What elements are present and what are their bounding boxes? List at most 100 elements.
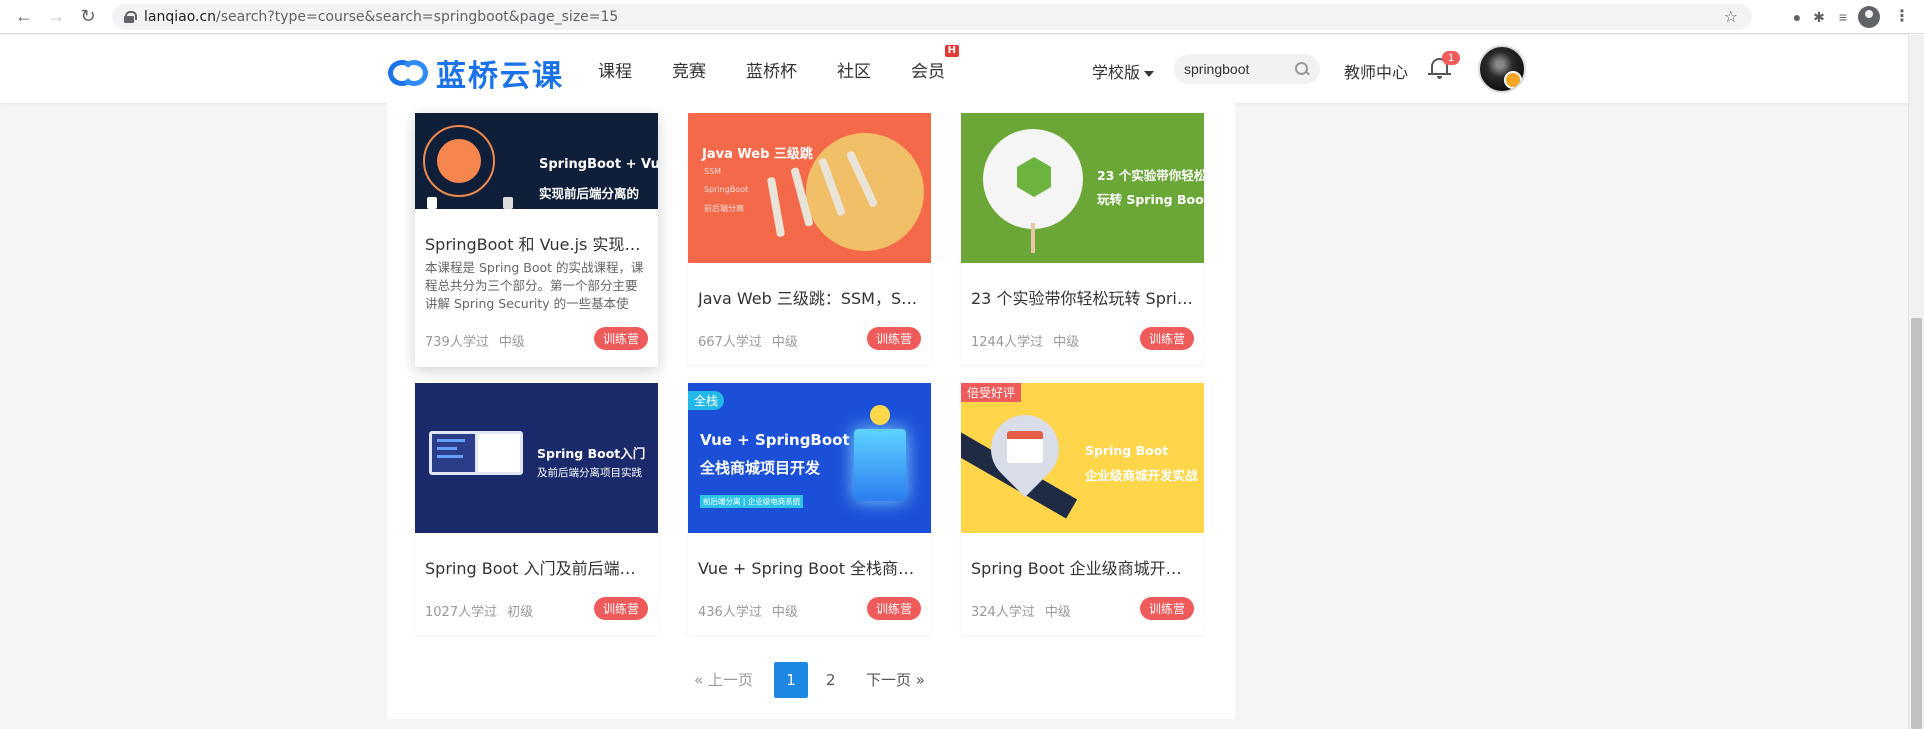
course-thumbnail: 全栈 Vue + SpringBoot 全栈商城项目开发 前后端分离 | 企业级… [688, 383, 931, 533]
course-meta: 667人学过 中级 [698, 331, 798, 350]
thumb-title: 23 个实验带你轻松 [1097, 168, 1204, 183]
lock-icon [124, 11, 137, 23]
course-level: 中级 [771, 335, 798, 350]
search-box [1174, 54, 1320, 84]
training-camp-badge: 训练营 [593, 597, 648, 620]
learner-count: 667人学过 [698, 335, 762, 350]
teacher-center-link[interactable]: 教师中心 [1344, 59, 1408, 83]
address-bar[interactable]: lanqiao.cn/search?type=course&search=spr… [112, 4, 1752, 30]
reading-list-icon[interactable]: ≡ [1834, 8, 1852, 26]
course-card[interactable]: Spring Boot入门 及前后端分离项目实践 Spring Boot 入门及… [415, 383, 658, 635]
search-icon[interactable] [1295, 62, 1308, 75]
course-level: 中级 [1053, 335, 1080, 350]
nav-membership-label: 会员 [911, 62, 945, 82]
thumb-title: Spring Boot [1085, 443, 1169, 458]
url-path: /search?type=course&search=springboot&pa… [216, 9, 619, 25]
course-card[interactable]: SpringBoot + Vue 实现前后端分离的 SpringBoot 和 V… [415, 113, 658, 367]
reload-icon[interactable]: ↻ [74, 3, 102, 31]
learner-count: 324人学过 [971, 605, 1035, 620]
extensions-puzzle-icon[interactable]: ✱ [1810, 8, 1828, 26]
thumb-subtitle: SpringBoot [704, 185, 749, 194]
training-camp-badge: 训练营 [1139, 597, 1194, 620]
user-avatar[interactable] [1478, 45, 1526, 93]
prev-page-link[interactable]: « 上一页 [694, 662, 753, 698]
notification-count-badge: 1 [1442, 51, 1461, 65]
course-title[interactable]: 23 个实验带你轻松玩转 Sprin... [971, 285, 1193, 309]
scrollbar-thumb[interactable] [1911, 318, 1922, 729]
course-title[interactable]: Java Web 三级跳：SSM，Spr... [698, 285, 920, 309]
nav-membership[interactable]: 会员 H [911, 45, 959, 82]
page-link-1[interactable]: 1 [774, 662, 808, 698]
learner-count: 1027人学过 [425, 605, 498, 620]
training-camp-badge: 训练营 [593, 327, 648, 350]
thumb-subtitle: SSM [704, 167, 722, 176]
url-host: lanqiao.cn [144, 9, 217, 25]
thumb-title: SpringBoot + Vue [539, 157, 658, 172]
thumb-subtitle: 及前后端分离项目实践 [537, 467, 642, 479]
browser-toolbar: ← → ↻ lanqiao.cn/search?type=course&sear… [0, 0, 1924, 34]
training-camp-badge: 训练营 [1139, 327, 1194, 350]
nav-competitions[interactable]: 竞赛 [672, 57, 706, 82]
caret-down-icon [1144, 70, 1155, 77]
course-meta: 739人学过 中级 [425, 331, 525, 350]
course-card[interactable]: 倍受好评 Spring Boot 企业级商城开发实战 Spring Boot 企… [961, 383, 1204, 635]
course-thumb-decoration [427, 197, 437, 209]
course-thumb-decoration [437, 455, 463, 458]
course-thumb-decoration [437, 439, 465, 442]
main-nav: 课程 竞赛 蓝桥杯 社区 会员 H [598, 45, 985, 82]
fullstack-tag: 全栈 [688, 391, 725, 410]
course-thumbnail: Spring Boot入门 及前后端分离项目实践 [415, 383, 658, 533]
nav-courses[interactable]: 课程 [598, 57, 632, 82]
shop-icon [1007, 431, 1043, 463]
thumb-caption: 前后端分离 | 企业级电商系统 [700, 495, 804, 508]
site-header: 蓝桥云课 课程 竞赛 蓝桥杯 社区 会员 H 学校版 教师中心 1 [0, 35, 1908, 103]
thumb-title: Java Web 三级跳 [702, 147, 813, 162]
learner-count: 436人学过 [698, 605, 762, 620]
logo-text: 蓝桥云课 [436, 59, 564, 94]
profile-icon[interactable] [1858, 6, 1880, 28]
page-link-2[interactable]: 2 [826, 662, 836, 698]
back-icon[interactable]: ← [10, 3, 38, 31]
evernote-extension-icon[interactable]: ● [1788, 8, 1806, 26]
course-title[interactable]: SpringBoot 和 Vue.js 实现前... [425, 231, 647, 255]
bookmark-star-icon[interactable]: ☆ [1724, 7, 1738, 27]
training-camp-badge: 训练营 [866, 597, 921, 620]
training-camp-badge: 训练营 [866, 327, 921, 350]
forward-icon[interactable]: → [42, 3, 70, 31]
course-level: 中级 [498, 335, 525, 350]
highly-rated-tag: 倍受好评 [961, 383, 1022, 402]
course-results-panel: SpringBoot + Vue 实现前后端分离的 SpringBoot 和 V… [387, 103, 1235, 719]
school-edition-dropdown[interactable]: 学校版 [1092, 59, 1155, 83]
course-thumbnail: 倍受好评 Spring Boot 企业级商城开发实战 [961, 383, 1204, 533]
course-thumb-illustration [1031, 223, 1035, 253]
thumb-subtitle: 实现前后端分离的 [539, 186, 640, 201]
course-level: 中级 [771, 605, 798, 620]
course-level: 中级 [1044, 605, 1071, 620]
course-meta: 436人学过 中级 [698, 601, 798, 620]
server-tower-icon [854, 429, 906, 501]
course-card[interactable]: Java Web 三级跳 SSM SpringBoot 前后端分离 Java W… [688, 113, 931, 365]
thumb-title: Spring Boot入门 [537, 446, 646, 461]
course-title[interactable]: Vue + Spring Boot 全栈商城... [698, 555, 920, 579]
user-group-icon [437, 139, 481, 183]
site-logo[interactable]: 蓝桥云课 [386, 51, 564, 95]
course-meta: 324人学过 中级 [971, 601, 1071, 620]
course-card[interactable]: 23 个实验带你轻松 玩转 Spring Boot 23 个实验带你轻松玩转 S… [961, 113, 1204, 365]
learner-count: 739人学过 [425, 335, 489, 350]
thumb-title: Vue + SpringBoot [700, 431, 850, 449]
browser-menu-icon[interactable]: ⋮ [1894, 6, 1910, 26]
next-page-link[interactable]: 下一页 » [866, 662, 925, 698]
search-input[interactable] [1184, 61, 1292, 77]
course-thumb-decoration [437, 447, 457, 450]
thumb-subtitle: 企业级商城开发实战 [1085, 468, 1198, 483]
lightbulb-icon [870, 405, 890, 425]
school-edition-label: 学校版 [1092, 63, 1141, 82]
nav-lanqiao-cup[interactable]: 蓝桥杯 [746, 57, 797, 82]
course-thumbnail: Java Web 三级跳 SSM SpringBoot 前后端分离 [688, 113, 931, 263]
course-title[interactable]: Spring Boot 企业级商城开发... [971, 555, 1193, 579]
course-title[interactable]: Spring Boot 入门及前后端分... [425, 555, 647, 579]
course-card[interactable]: 全栈 Vue + SpringBoot 全栈商城项目开发 前后端分离 | 企业级… [688, 383, 931, 635]
monitor-icon [475, 431, 523, 475]
nav-community[interactable]: 社区 [837, 57, 871, 82]
course-thumbnail: SpringBoot + Vue 实现前后端分离的 [415, 113, 658, 209]
